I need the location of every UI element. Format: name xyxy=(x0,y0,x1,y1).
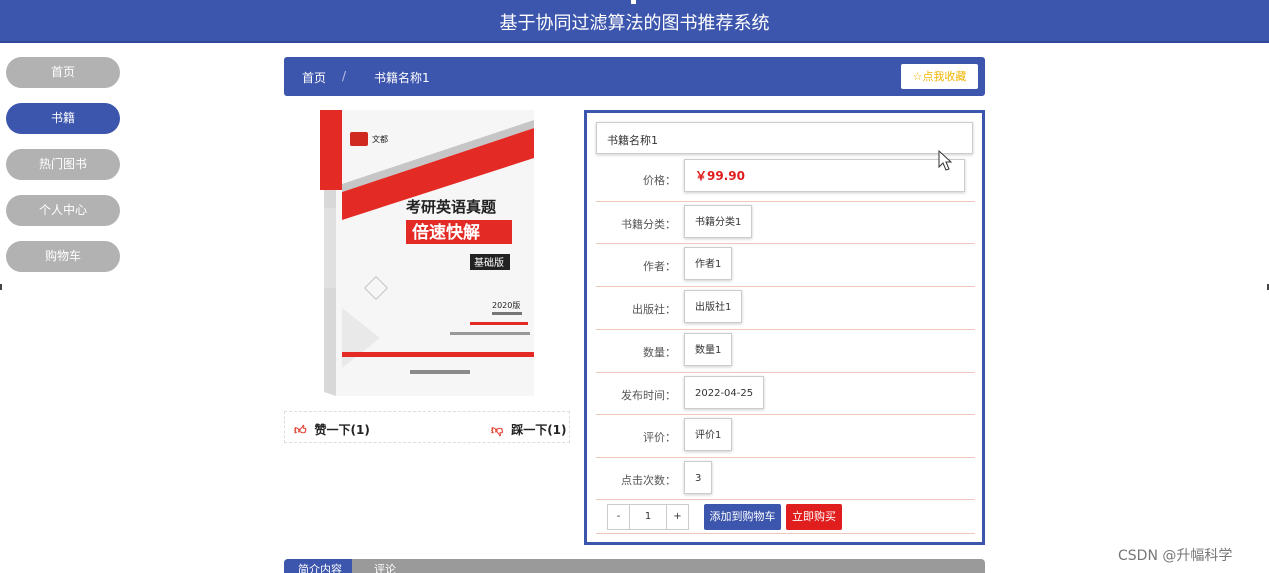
cover-year: 2020版 xyxy=(492,300,520,310)
decrement-button[interactable]: - xyxy=(608,505,630,529)
date-value: 2022-04-25 xyxy=(684,376,765,409)
watermark: CSDN @升幅科学 xyxy=(1118,548,1233,564)
star-icon: ☆ xyxy=(912,70,923,83)
book-name-field: 书籍名称1 xyxy=(596,122,973,154)
quantity-row: 数量： 数量1 xyxy=(596,330,975,373)
sidebar-item-home[interactable]: 首页 xyxy=(6,57,120,88)
add-to-cart-button[interactable]: 添加到购物车 xyxy=(704,504,781,530)
publisher-logo-text: 文都 xyxy=(372,134,388,144)
tab-intro[interactable]: 简介内容 xyxy=(284,559,352,573)
actions-divider xyxy=(596,533,975,534)
sidebar-item-hot-books[interactable]: 热门图书 xyxy=(6,149,120,180)
quantity-label: 数量： xyxy=(643,346,676,359)
tab-comments[interactable]: 评论 xyxy=(374,559,396,573)
top-header-bar: 基于协同过滤算法的图书推荐系统 xyxy=(0,0,1269,43)
author-label: 作者： xyxy=(643,260,676,273)
like-label: 赞一下(1) xyxy=(314,423,370,437)
publisher-row: 出版社： 出版社1 xyxy=(596,287,975,330)
quantity-stepper: - 1 + xyxy=(607,504,689,530)
breadcrumb: 首页 / 书籍名称1 ☆点我收藏 xyxy=(284,57,985,96)
quantity-value: 数量1 xyxy=(684,333,733,366)
cover-title-line2: 倍速快解 xyxy=(412,222,480,243)
window-edge-left xyxy=(0,284,2,290)
dislike-label: 踩一下(1) xyxy=(511,423,567,437)
sidebar-item-books[interactable]: 书籍 xyxy=(6,103,120,134)
breadcrumb-home-link[interactable]: 首页 xyxy=(302,69,326,86)
buy-now-button[interactable]: 立即购买 xyxy=(786,504,842,530)
likes-bar: 👍︎ 赞一下(1) 👎︎ 踩一下(1) xyxy=(284,411,570,443)
quantity-input[interactable]: 1 xyxy=(630,505,666,529)
dislike-button[interactable]: 👎︎ 踩一下(1) xyxy=(491,421,567,438)
author-row: 作者： 作者1 xyxy=(596,244,975,287)
sidebar: 首页 书籍 热门图书 个人中心 购物车 xyxy=(6,57,120,287)
cover-title-line1: 考研英语真题 xyxy=(406,198,497,216)
publisher-value: 出版社1 xyxy=(684,290,743,323)
mouse-cursor-icon xyxy=(938,150,953,171)
book-cover-image: 文都 考研英语真题 倍速快解 基础版 2020版 xyxy=(320,110,534,396)
thumbs-up-icon: 👍︎ xyxy=(294,423,307,437)
breadcrumb-current: 书籍名称1 xyxy=(374,71,430,85)
header-marker xyxy=(631,0,636,4)
book-detail-panel: 书籍名称1 价格： ￥99.90 书籍分类： 书籍分类1 作者： 作者1 出版社… xyxy=(584,110,985,545)
increment-button[interactable]: + xyxy=(666,505,688,529)
sidebar-item-profile[interactable]: 个人中心 xyxy=(6,195,120,226)
cover-edition: 基础版 xyxy=(474,256,504,269)
publisher-label: 出版社： xyxy=(632,303,676,316)
like-button[interactable]: 👍︎ 赞一下(1) xyxy=(294,421,370,438)
clicks-label: 点击次数： xyxy=(621,474,676,487)
author-value: 作者1 xyxy=(684,247,733,280)
favorite-label: 点我收藏 xyxy=(922,70,967,83)
clicks-value: 3 xyxy=(684,461,713,494)
rating-label: 评价： xyxy=(643,431,676,444)
category-label: 书籍分类： xyxy=(621,218,676,231)
rating-row: 评价： 评价1 xyxy=(596,415,975,458)
category-row: 书籍分类： 书籍分类1 xyxy=(596,202,975,244)
clicks-row: 点击次数： 3 xyxy=(596,458,975,500)
thumbs-down-icon: 👎︎ xyxy=(491,423,504,437)
sidebar-item-cart[interactable]: 购物车 xyxy=(6,241,120,272)
breadcrumb-separator: / xyxy=(342,69,347,83)
date-row: 发布时间： 2022-04-25 xyxy=(596,373,975,415)
content-tabs: 简介内容 评论 xyxy=(284,559,985,573)
site-title: 基于协同过滤算法的图书推荐系统 xyxy=(499,13,770,34)
publisher-logo-icon xyxy=(350,132,368,146)
favorite-button[interactable]: ☆点我收藏 xyxy=(901,64,978,89)
price-value: ￥99.90 xyxy=(684,159,965,192)
date-label: 发布时间： xyxy=(621,389,676,402)
price-label: 价格： xyxy=(643,174,676,187)
rating-value: 评价1 xyxy=(684,418,733,451)
price-row: 价格： ￥99.90 xyxy=(596,157,975,202)
category-value: 书籍分类1 xyxy=(684,205,753,238)
